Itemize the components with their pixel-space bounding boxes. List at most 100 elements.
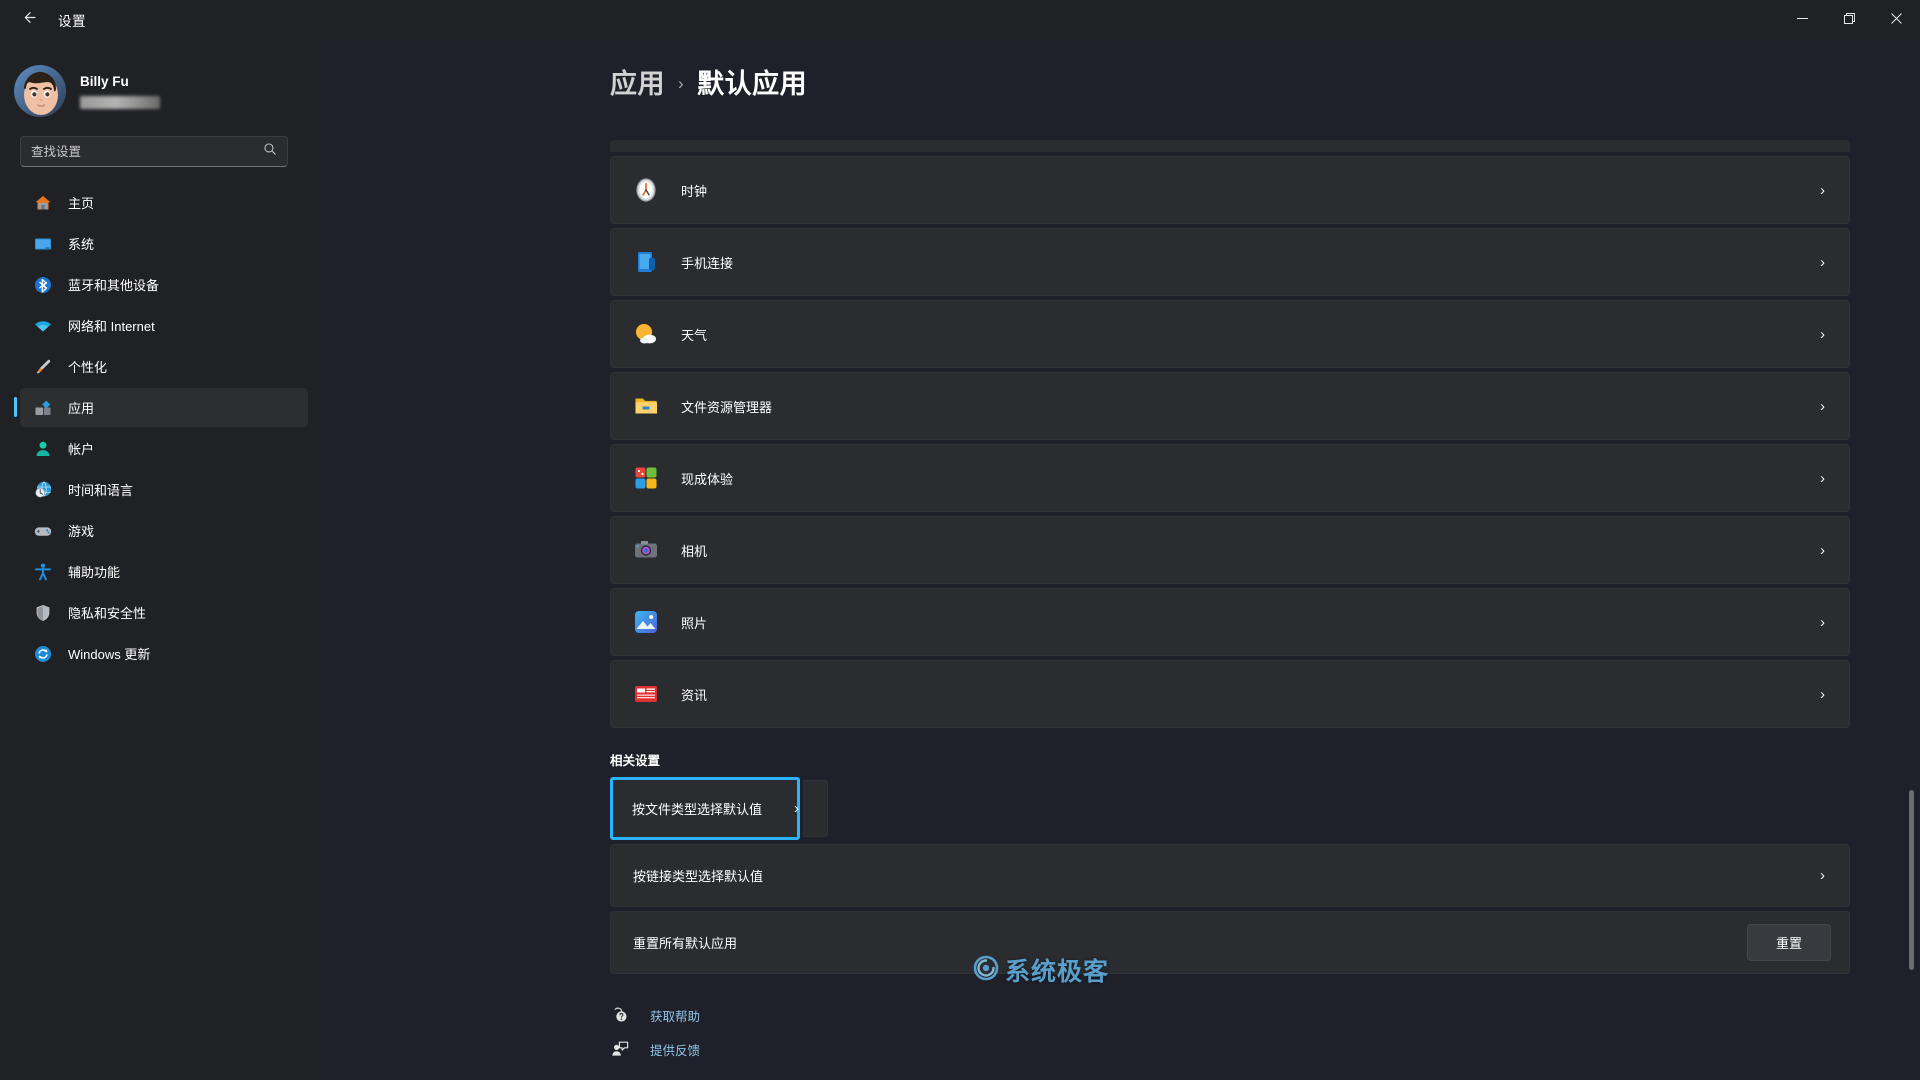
related-settings-title: 相关设置 [610, 754, 661, 768]
settings-scroll-area: 时钟 › 手机连接 › 天气 › 文件资源管理器 › 现成体验 › 相机 › 照… [610, 140, 1850, 1080]
footer-links: 获取帮助 提供反馈 [610, 1000, 1850, 1064]
photos-icon [633, 609, 659, 635]
app-row[interactable]: 时钟 › [610, 156, 1850, 224]
related-setting-link-type[interactable]: 按链接类型选择默认值 › [610, 844, 1850, 907]
gamepad-icon [32, 520, 54, 542]
chevron-right-icon: › [1820, 867, 1825, 884]
app-name: 手机连接 [681, 255, 734, 271]
related-setting-file-type[interactable]: 按文件类型选择默认值 › [610, 777, 828, 840]
news-icon [633, 681, 659, 707]
chevron-right-icon: › [1820, 397, 1825, 415]
breadcrumb-parent[interactable]: 应用 [610, 62, 665, 101]
sidebar-item-apps[interactable]: 应用 [14, 388, 308, 427]
sidebar-item-label: 个性化 [68, 360, 108, 375]
sidebar-item-label: 蓝牙和其他设备 [68, 278, 160, 293]
weather-icon [633, 321, 659, 347]
apps-icon [32, 397, 54, 419]
chevron-right-icon: › [1820, 541, 1825, 559]
window-title: 设置 [58, 14, 86, 29]
sidebar-item-accounts[interactable]: 帐户 [20, 429, 308, 468]
sidebar-item-label: 网络和 Internet [68, 319, 155, 334]
sidebar-item-label: 帐户 [68, 442, 95, 457]
profile-email-redacted [80, 95, 160, 109]
app-name: 资讯 [681, 687, 708, 703]
help-question-icon [610, 1005, 630, 1025]
app-name: 时钟 [681, 183, 708, 199]
maximize-icon [1844, 11, 1856, 29]
minimize-icon [1797, 11, 1808, 29]
sidebar-item-time-language[interactable]: 时间和语言 [20, 470, 308, 509]
app-name: 相机 [681, 543, 708, 559]
sidebar-item-gaming[interactable]: 游戏 [20, 511, 308, 550]
main-content: 应用 › 默认应用 时钟 › 手机连接 › 天气 › 文件资源管理器 › 现成体… [320, 40, 1920, 1080]
sidebar-item-system[interactable]: 系统 [20, 224, 308, 263]
page-title: 默认应用 [697, 69, 808, 99]
sidebar-item-label: Windows 更新 [68, 647, 151, 662]
app-row[interactable]: 天气 › [610, 300, 1850, 368]
sidebar: Billy Fu 主页 [0, 40, 320, 1080]
sidebar-item-privacy-security[interactable]: 隐私和安全性 [20, 593, 308, 632]
search-box[interactable] [20, 136, 288, 167]
chevron-right-icon: › [1820, 181, 1825, 199]
chevron-right-icon: › [1820, 613, 1825, 631]
reset-button[interactable]: 重置 [1746, 924, 1831, 961]
search-input[interactable] [31, 144, 263, 159]
minimize-button[interactable] [1779, 0, 1826, 40]
reset-all-defaults-row: 重置所有默认应用 重置 [610, 911, 1850, 974]
app-row[interactable]: 文件资源管理器 › [610, 372, 1850, 440]
sidebar-item-home[interactable]: 主页 [20, 183, 308, 222]
sidebar-item-windows-update[interactable]: Windows 更新 [20, 634, 308, 673]
sidebar-nav: 主页 系统 蓝牙和其他设备 网络和 Internet 个性化 应用 帐户 时间和… [0, 183, 320, 673]
give-feedback-label: 提供反馈 [650, 1043, 701, 1058]
app-row[interactable]: 手机连接 › [610, 228, 1850, 296]
chevron-right-icon: › [1820, 685, 1825, 703]
reset-all-defaults-label: 重置所有默认应用 [633, 936, 738, 951]
scrollbar-thumb[interactable] [1909, 790, 1914, 970]
sidebar-item-bluetooth[interactable]: 蓝牙和其他设备 [20, 265, 308, 304]
sidebar-item-network[interactable]: 网络和 Internet [20, 306, 308, 345]
sidebar-item-label: 主页 [68, 196, 95, 211]
user-profile[interactable]: Billy Fu [0, 40, 320, 126]
related-setting-label: 按链接类型选择默认值 [633, 869, 764, 884]
camera-icon [633, 537, 659, 563]
chevron-right-icon: › [1820, 325, 1825, 343]
give-feedback-link[interactable]: 提供反馈 [610, 1034, 700, 1064]
wifi-icon [32, 315, 54, 337]
app-row[interactable]: 资讯 › [610, 660, 1850, 728]
feedback-icon [610, 1039, 630, 1059]
paintbrush-icon [32, 356, 54, 378]
app-row[interactable]: 照片 › [610, 588, 1850, 656]
app-name: 照片 [681, 615, 708, 631]
title-bar: 设置 [0, 0, 1920, 40]
sidebar-item-label: 应用 [68, 401, 95, 416]
search-icon [263, 142, 277, 161]
accessibility-person-icon [32, 561, 54, 583]
sidebar-item-label: 辅助功能 [68, 565, 121, 580]
app-row[interactable]: 现成体验 › [610, 444, 1850, 512]
get-help-link[interactable]: 获取帮助 [610, 1000, 700, 1030]
related-row-extension[interactable]: › [794, 780, 828, 837]
partial-card-above [610, 140, 1850, 152]
related-setting-label: 按文件类型选择默认值 [632, 802, 763, 817]
chevron-right-icon: › [1820, 469, 1825, 487]
window-controls [1779, 0, 1920, 40]
back-button[interactable] [8, 4, 48, 36]
account-person-icon [32, 438, 54, 460]
bluetooth-icon [32, 274, 54, 296]
get-help-label: 获取帮助 [650, 1009, 701, 1024]
file-explorer-icon [633, 393, 659, 419]
app-row[interactable]: 相机 › [610, 516, 1850, 584]
sidebar-item-personalization[interactable]: 个性化 [20, 347, 308, 386]
search-container [20, 136, 308, 167]
scrollbar-track[interactable] [1909, 170, 1914, 1050]
home-icon [32, 192, 54, 214]
sidebar-item-accessibility[interactable]: 辅助功能 [20, 552, 308, 591]
chevron-right-icon: › [1820, 253, 1825, 271]
sidebar-item-label: 游戏 [68, 524, 95, 539]
maximize-button[interactable] [1826, 0, 1873, 40]
clock-app-icon [633, 177, 659, 203]
close-button[interactable] [1873, 0, 1920, 40]
clock-globe-icon [32, 479, 54, 501]
sidebar-item-label: 隐私和安全性 [68, 606, 147, 621]
phone-link-icon [633, 249, 659, 275]
